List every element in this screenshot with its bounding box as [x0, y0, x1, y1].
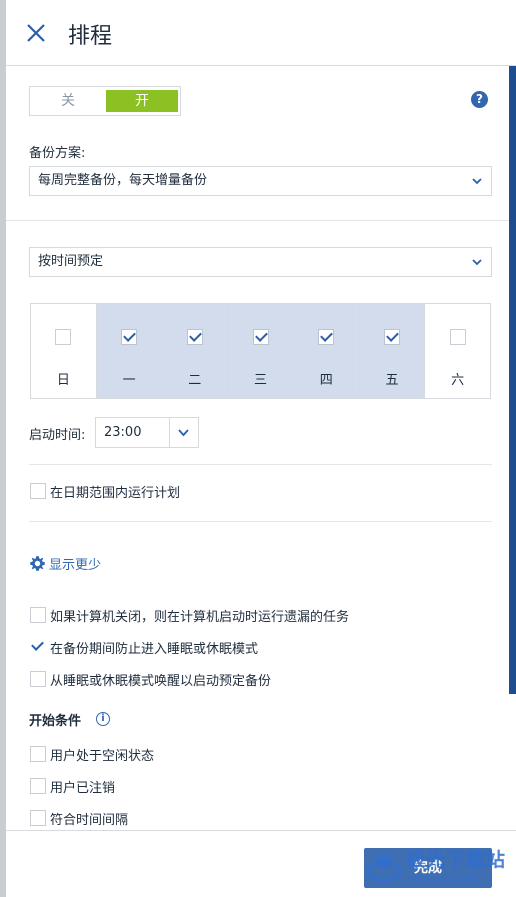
divider — [29, 464, 492, 465]
option-run-missed[interactable]: 如果计算机关闭，则在计算机启动时运行遗漏的任务 — [30, 605, 349, 625]
condition-user-idle[interactable]: 用户处于空闲状态 — [30, 744, 154, 764]
day-checkbox[interactable] — [449, 329, 466, 345]
time-interval-label: 符合时间间隔 — [50, 812, 129, 828]
panel-footer: 完成 极光下载站 www.xz7.com — [6, 830, 516, 897]
start-time-value[interactable]: 23:00 — [104, 418, 141, 447]
day-label: 二 — [188, 373, 202, 388]
day-wednesday[interactable]: 三 — [227, 304, 293, 398]
time-interval-checkbox[interactable] — [30, 810, 46, 826]
start-time-picker[interactable]: 23:00 — [95, 417, 199, 448]
show-less-label: 显示更少 — [49, 558, 102, 573]
day-friday[interactable]: 五 — [358, 304, 425, 398]
schedule-type-value: 按时间预定 — [38, 254, 104, 269]
divider — [6, 220, 509, 221]
run-missed-label: 如果计算机关闭，则在计算机启动时运行遗漏的任务 — [50, 609, 350, 625]
help-icon[interactable]: ? — [471, 91, 488, 108]
day-label: 日 — [56, 373, 70, 388]
chevron-down-icon — [472, 259, 482, 266]
toggle-on-option[interactable]: 开 — [106, 90, 178, 112]
toggle-off-option[interactable]: 关 — [30, 87, 106, 115]
user-idle-checkbox[interactable] — [30, 746, 46, 762]
start-time-label: 启动时间: — [29, 428, 86, 443]
prevent-sleep-checkbox[interactable] — [30, 639, 46, 655]
day-checkbox[interactable] — [383, 329, 400, 345]
day-label: 三 — [254, 373, 268, 388]
day-checkbox[interactable] — [121, 329, 138, 345]
option-wake-from-sleep[interactable]: 从睡眠或休眠模式唤醒以启动预定备份 — [30, 669, 271, 689]
day-label: 五 — [385, 373, 399, 388]
wake-from-sleep-label: 从睡眠或休眠模式唤醒以启动预定备份 — [50, 673, 272, 689]
day-checkbox[interactable] — [186, 329, 203, 345]
backup-scheme-select[interactable]: 每周完整备份，每天增量备份 — [29, 166, 492, 196]
user-logged-off-label: 用户已注销 — [50, 780, 116, 796]
day-sunday[interactable]: 日 — [31, 304, 96, 398]
day-checkbox[interactable] — [318, 329, 335, 345]
page-title: 排程 — [68, 24, 113, 49]
start-conditions-title: 开始条件 — [29, 714, 82, 729]
divider — [29, 521, 492, 522]
day-label: 四 — [319, 373, 333, 388]
chevron-down-icon — [472, 178, 482, 185]
scrollbar-thumb[interactable] — [509, 66, 516, 694]
condition-user-logged-off[interactable]: 用户已注销 — [30, 776, 115, 796]
schedule-toggle[interactable]: 关 开 — [29, 86, 181, 116]
day-label: 六 — [451, 373, 465, 388]
day-thursday[interactable]: 四 — [292, 304, 359, 398]
date-range-option[interactable]: 在日期范围内运行计划 — [30, 481, 180, 501]
separator — [169, 418, 170, 447]
option-prevent-sleep[interactable]: 在备份期间防止进入睡眠或休眠模式 — [30, 637, 258, 657]
show-less-link[interactable]: 显示更少 — [29, 554, 101, 573]
done-button[interactable]: 完成 — [364, 848, 492, 888]
schedule-panel: 排程 关 开 ? 备份方案: 每周完整备份，每天增量备份 按时间预定 日 一 二… — [6, 0, 516, 897]
day-checkbox[interactable] — [252, 329, 269, 345]
run-missed-checkbox[interactable] — [30, 607, 46, 623]
day-checkbox[interactable] — [55, 329, 72, 345]
user-logged-off-checkbox[interactable] — [30, 778, 46, 794]
close-icon — [27, 24, 45, 42]
close-button[interactable] — [25, 22, 47, 44]
settings-scroll-area[interactable]: 关 开 ? 备份方案: 每周完整备份，每天增量备份 按时间预定 日 一 二 三 … — [6, 66, 516, 830]
day-label: 一 — [122, 373, 136, 388]
day-tuesday[interactable]: 二 — [161, 304, 228, 398]
backup-scheme-value: 每周完整备份，每天增量备份 — [38, 173, 208, 188]
chevron-down-icon[interactable] — [178, 427, 189, 438]
prevent-sleep-label: 在备份期间防止进入睡眠或休眠模式 — [50, 641, 259, 657]
user-idle-label: 用户处于空闲状态 — [50, 748, 155, 764]
date-range-checkbox[interactable] — [30, 483, 46, 499]
panel-header: 排程 — [6, 0, 516, 66]
day-saturday[interactable]: 六 — [424, 304, 490, 398]
wake-from-sleep-checkbox[interactable] — [30, 671, 46, 687]
gear-icon — [30, 556, 45, 571]
day-monday[interactable]: 一 — [95, 304, 162, 398]
weekday-selector: 日 一 二 三 四 五 六 — [30, 303, 491, 399]
info-icon[interactable]: i — [96, 712, 110, 726]
date-range-label: 在日期范围内运行计划 — [50, 485, 181, 501]
condition-time-interval[interactable]: 符合时间间隔 — [30, 808, 128, 828]
backup-scheme-label: 备份方案: — [29, 146, 86, 161]
schedule-type-select[interactable]: 按时间预定 — [29, 247, 492, 277]
